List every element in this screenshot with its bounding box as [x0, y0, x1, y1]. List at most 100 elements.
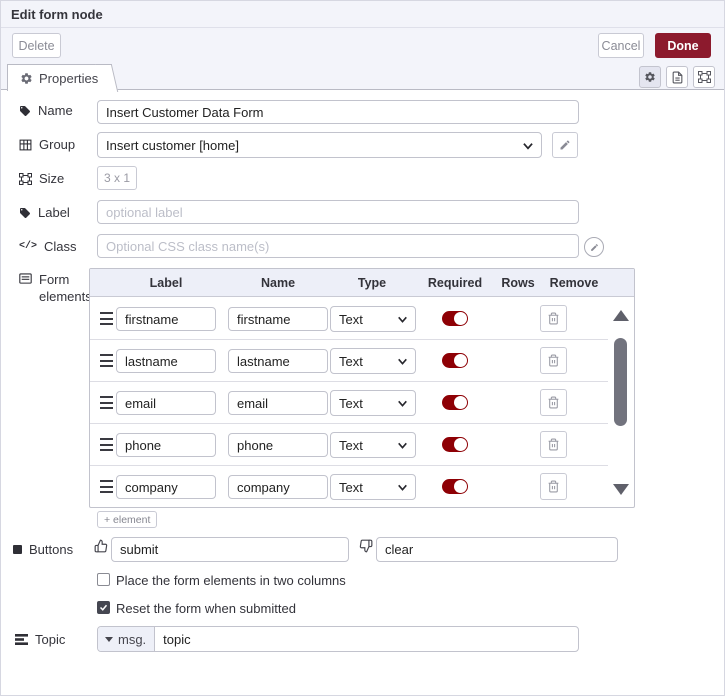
table-scrollbar [610, 298, 632, 505]
topic-typed-input: msg. [97, 626, 579, 652]
editor-toolbar [639, 66, 715, 88]
dialog-actionbar: Delete Cancel Done [1, 28, 724, 63]
drag-handle-icon[interactable] [100, 312, 113, 325]
remove-row-button[interactable] [540, 473, 567, 500]
row-type-select[interactable]: Text [330, 432, 416, 458]
code-icon: </> [19, 241, 38, 252]
table-row: Text [90, 466, 608, 507]
table-row: Text [90, 298, 608, 340]
class-picker-button[interactable] [584, 237, 604, 257]
size-field-label: Size [19, 171, 64, 186]
properties-toolbar-button[interactable] [639, 66, 661, 88]
required-toggle[interactable] [442, 353, 468, 368]
group-field-label: Group [19, 137, 75, 152]
submit-button-label-input[interactable] [111, 537, 349, 562]
table-icon [19, 139, 32, 151]
column-header-rows: Rows [501, 276, 535, 290]
table-row: Text [90, 382, 608, 424]
row-name-input[interactable] [228, 433, 328, 457]
trash-icon [547, 312, 560, 325]
add-element-button[interactable]: + element [97, 511, 158, 528]
two-columns-checkbox-label: Place the form elements in two columns [116, 573, 346, 588]
name-input[interactable] [97, 100, 579, 124]
two-columns-checkbox[interactable] [97, 573, 110, 586]
column-header-required: Required [427, 276, 483, 290]
row-type-select[interactable]: Text [330, 390, 416, 416]
topic-input[interactable] [155, 631, 578, 647]
square-icon [13, 545, 22, 554]
chevron-down-icon [396, 313, 409, 326]
row-type-select[interactable]: Text [330, 306, 416, 332]
clear-button-label-input[interactable] [376, 537, 618, 562]
drag-handle-icon[interactable] [100, 480, 113, 493]
label-field-label: Label [19, 205, 70, 220]
table-row: Text [90, 340, 608, 382]
table-row: Text [90, 424, 608, 466]
trash-icon [547, 354, 560, 367]
row-name-input[interactable] [228, 349, 328, 373]
description-toolbar-button[interactable] [666, 66, 688, 88]
cancel-button[interactable]: Cancel [598, 33, 644, 58]
check-icon [99, 603, 108, 612]
edit-form-node-dialog: Edit form node Delete Cancel Done Proper… [0, 0, 725, 696]
row-label-input[interactable] [116, 349, 216, 373]
form-elements-field-label: Form elements [19, 271, 92, 305]
topic-type-select[interactable]: msg. [98, 627, 156, 651]
label-input[interactable] [97, 200, 579, 224]
form-elements-header: Label Name Type Required Rows Remove [90, 269, 634, 297]
trash-icon [547, 438, 560, 451]
row-name-input[interactable] [228, 475, 328, 499]
caret-down-icon [105, 636, 113, 642]
tab-properties-label: Properties [39, 70, 99, 86]
column-header-label: Label [149, 276, 183, 290]
done-button[interactable]: Done [655, 33, 711, 58]
pencil-icon [559, 139, 571, 151]
chevron-down-icon [396, 397, 409, 410]
tab-properties[interactable]: Properties [7, 64, 107, 91]
row-type-select[interactable]: Text [330, 348, 416, 374]
row-label-input[interactable] [116, 391, 216, 415]
properties-panel: Name Group Insert customer [home] [1, 90, 724, 695]
tag-icon [19, 207, 31, 219]
trash-icon [547, 480, 560, 493]
tab-bar: Properties [1, 63, 724, 91]
class-input[interactable] [97, 234, 579, 258]
chevron-down-icon [396, 439, 409, 452]
drag-handle-icon[interactable] [100, 438, 113, 451]
remove-row-button[interactable] [540, 431, 567, 458]
remove-row-button[interactable] [540, 305, 567, 332]
drag-handle-icon[interactable] [100, 354, 113, 367]
column-header-type: Type [357, 276, 387, 290]
scrollbar-thumb[interactable] [614, 338, 627, 426]
remove-row-button[interactable] [540, 347, 567, 374]
edit-group-button[interactable] [552, 132, 578, 158]
scroll-down-arrow[interactable] [613, 484, 629, 495]
scroll-up-arrow[interactable] [613, 310, 629, 321]
group-select[interactable]: Insert customer [home] [97, 132, 542, 158]
row-name-input[interactable] [228, 307, 328, 331]
object-group-icon [697, 71, 711, 83]
pencil-icon [590, 243, 599, 252]
row-label-input[interactable] [116, 475, 216, 499]
form-elements-table: Label Name Type Required Rows Remove Tex… [89, 268, 635, 508]
column-header-name: Name [260, 276, 296, 290]
chevron-down-icon [396, 481, 409, 494]
reset-form-checkbox[interactable] [97, 601, 110, 614]
required-toggle[interactable] [442, 395, 468, 410]
document-icon [671, 71, 684, 84]
drag-handle-icon[interactable] [100, 396, 113, 409]
required-toggle[interactable] [442, 479, 468, 494]
group-select-value: Insert customer [home] [106, 137, 239, 153]
name-field-label: Name [19, 103, 73, 118]
row-name-input[interactable] [228, 391, 328, 415]
thumbs-up-icon [94, 539, 108, 553]
row-type-select[interactable]: Text [330, 474, 416, 500]
delete-button[interactable]: Delete [12, 33, 61, 58]
size-button[interactable]: 3 x 1 [97, 166, 137, 190]
row-label-input[interactable] [116, 433, 216, 457]
required-toggle[interactable] [442, 437, 468, 452]
required-toggle[interactable] [442, 311, 468, 326]
row-label-input[interactable] [116, 307, 216, 331]
remove-row-button[interactable] [540, 389, 567, 416]
appearance-toolbar-button[interactable] [693, 66, 715, 88]
